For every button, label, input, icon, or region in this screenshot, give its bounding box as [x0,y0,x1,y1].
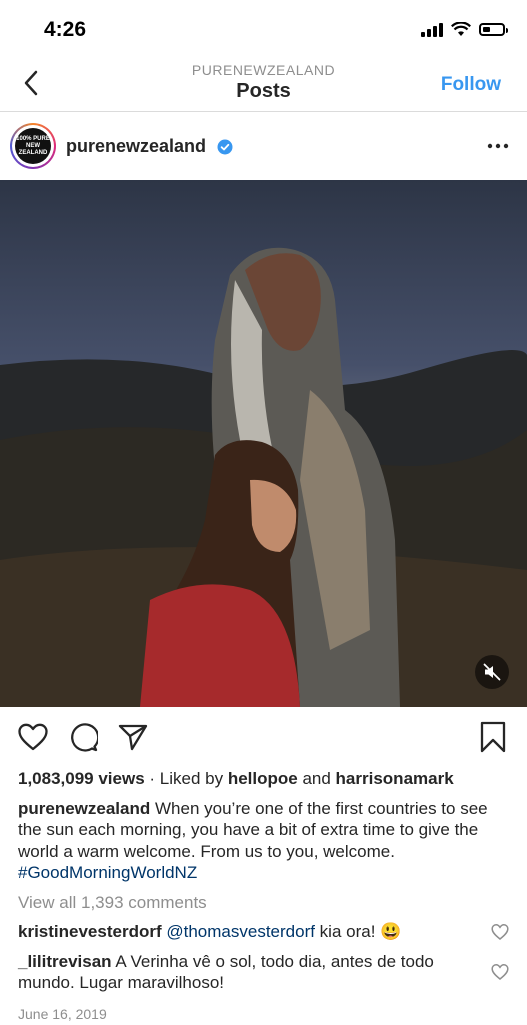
liked-by-user[interactable]: hellopoe [228,769,298,788]
liked-by-and: and [298,769,336,788]
wifi-icon [451,22,471,37]
verified-badge-icon [217,139,233,155]
follow-button[interactable]: Follow [441,74,501,96]
engagement-line: 1,083,099 views · Liked by hellopoe and … [18,768,513,790]
status-bar: 4:26 [0,0,527,58]
signal-icon [421,23,443,37]
share-button[interactable] [116,720,150,754]
post-header: 100% PURE NEW ZEALAND purenewzealand [0,112,527,180]
status-time: 4:26 [44,18,86,42]
mute-toggle-button[interactable] [475,655,509,689]
battery-icon [479,23,505,36]
like-button[interactable] [16,720,50,754]
post-caption: purenewzealand When you’re one of the fi… [18,798,513,884]
comment-mention[interactable]: @thomasvesterdorf [166,922,315,941]
liked-by-user[interactable]: harrisonamark [336,769,454,788]
view-count[interactable]: 1,083,099 views [18,769,145,788]
nav-bar: PURENEWZEALAND Posts Follow [0,58,527,112]
more-horizontal-icon [487,143,509,149]
hashtag-link[interactable]: #GoodMorningWorldNZ [18,863,197,882]
comment-text: kia ora! 😃 [315,922,401,941]
comment-username[interactable]: kristinevesterdorf [18,922,162,941]
save-button[interactable] [476,720,510,754]
avatar-logo: 100% PURE NEW ZEALAND [15,128,51,164]
comment-like-heart-icon[interactable] [491,963,509,981]
more-options-button[interactable] [487,136,509,149]
paper-plane-icon [118,723,148,751]
comment-button[interactable] [66,720,100,754]
post-info: 1,083,099 views · Liked by hellopoe and … [18,768,513,1025]
heart-icon [18,723,48,751]
post-username-label: purenewzealand [66,136,206,156]
post-username[interactable]: purenewzealand [66,136,233,157]
view-all-comments-link[interactable]: View all 1,393 comments [18,892,513,914]
bookmark-icon [480,721,506,753]
comment-item: kristinevesterdorf @thomasvesterdorf kia… [18,921,513,943]
video-frame-illustration [0,180,527,707]
liked-by-prefix: · Liked by [145,769,228,788]
post-action-bar [0,716,527,760]
comment-bubble-icon [68,722,98,752]
caption-username[interactable]: purenewzealand [18,799,150,818]
status-icons [421,22,505,37]
avatar[interactable]: 100% PURE NEW ZEALAND [10,123,56,169]
comment-username[interactable]: _lilitrevisan [18,952,112,971]
post-video[interactable] [0,180,527,707]
post-date: June 16, 2019 [18,1004,513,1025]
comment-item: _lilitrevisan A Verinha vê o sol, todo d… [18,951,513,994]
comment-like-heart-icon[interactable] [491,923,509,941]
volume-muted-icon [483,663,501,681]
